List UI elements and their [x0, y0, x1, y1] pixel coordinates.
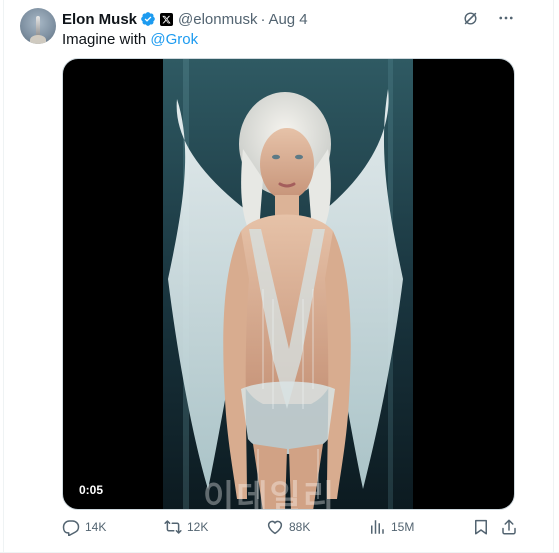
author-name[interactable]: Elon Musk: [62, 11, 137, 28]
reply-count: 14K: [85, 520, 107, 534]
more-icon[interactable]: [497, 9, 515, 27]
author-handle[interactable]: @elonmusk: [178, 11, 257, 28]
tweet-header: Elon Musk @elonmusk · Aug 4: [62, 9, 308, 29]
avatar-smoke: [30, 35, 46, 44]
like-button[interactable]: 88K: [266, 518, 310, 536]
tweet-text: Imagine with @Grok: [62, 30, 198, 50]
bookmark-icon: [475, 519, 487, 535]
tweet-top-actions: [461, 9, 515, 27]
header-separator: ·: [260, 10, 266, 28]
heart-icon: [267, 520, 283, 535]
tweet-card: Elon Musk @elonmusk · Aug 4 Imagine with…: [0, 0, 559, 553]
watermark: 이데일리: [203, 479, 337, 510]
tweet-timestamp[interactable]: Aug 4: [268, 11, 307, 28]
tweet-body: Imagine with: [62, 31, 151, 48]
reply-button[interactable]: 14K: [62, 518, 106, 536]
video-player[interactable]: 0:05 이데일리: [62, 58, 515, 510]
share-button[interactable]: [500, 518, 518, 536]
repost-button[interactable]: 12K: [164, 518, 208, 536]
video-frame[interactable]: [163, 59, 413, 509]
avatar[interactable]: [20, 8, 56, 44]
verified-badge-icon[interactable]: [140, 11, 156, 27]
views-button[interactable]: 15M: [368, 518, 414, 536]
share-icon: [502, 519, 516, 535]
x-logo-icon[interactable]: [160, 12, 174, 26]
views-icon: [371, 520, 384, 534]
right-border: [553, 0, 559, 553]
repost-count: 12K: [187, 520, 209, 534]
views-count: 15M: [391, 520, 415, 534]
left-border: [3, 0, 4, 553]
like-count: 88K: [289, 520, 311, 534]
grok-icon[interactable]: [461, 9, 479, 27]
video-timestamp: 0:05: [79, 483, 104, 497]
video-still: [163, 59, 413, 509]
tweet-actions: 14K 12K 88K 15M: [62, 518, 522, 542]
reply-icon: [62, 520, 80, 536]
repost-icon: [164, 520, 182, 534]
bookmark-button[interactable]: [472, 518, 490, 536]
mention-link[interactable]: @Grok: [150, 31, 198, 48]
